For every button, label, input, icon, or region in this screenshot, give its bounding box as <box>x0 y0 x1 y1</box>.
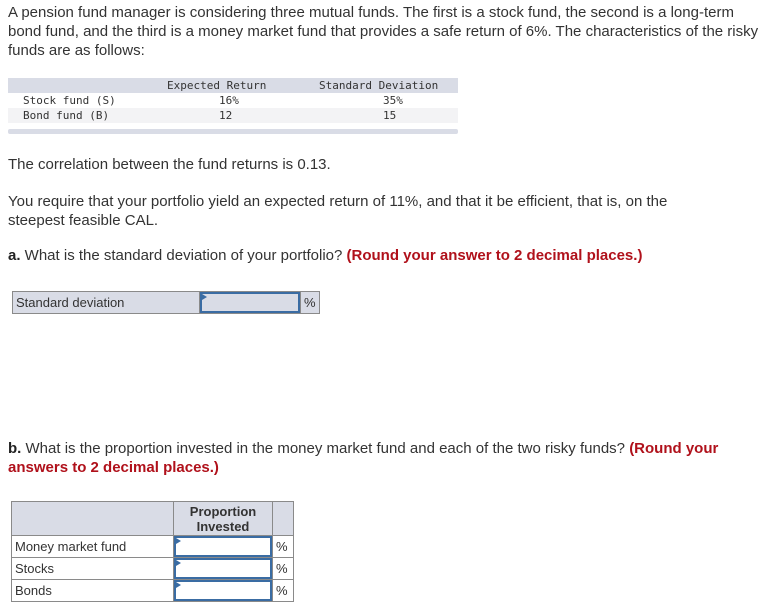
question-b: b. What is the proportion invested in th… <box>8 439 758 477</box>
correlation-text: The correlation between the fund returns… <box>8 156 331 173</box>
unit-label: % <box>272 535 294 558</box>
fund-sd: 15 <box>383 109 397 122</box>
std-dev-answer-table: Standard deviation % <box>12 291 320 314</box>
table-row: Stocks % <box>11 557 294 580</box>
header-standard-deviation: Standard Deviation <box>319 79 439 92</box>
row-label: Bonds <box>11 579 174 602</box>
fund-row: Stock fund (S) 16% 35% <box>8 93 458 108</box>
fund-name: Bond fund (B) <box>23 109 110 122</box>
question-a-text: What is the standard deviation of your p… <box>20 247 347 264</box>
proportion-answer-table: Proportion Invested Money market fund % … <box>11 501 294 602</box>
fund-row: Bond fund (B) 12 15 <box>8 108 458 123</box>
question-a-label: a. <box>8 247 21 264</box>
flag-icon <box>176 560 181 566</box>
table-divider <box>8 129 458 134</box>
question-b-label: b. <box>8 440 22 457</box>
fund-return: 12 <box>219 109 233 122</box>
fund-sd: 35% <box>383 94 403 107</box>
table-row: Bonds % <box>11 579 294 602</box>
row-label: Money market fund <box>11 535 174 558</box>
question-a-hint: (Round your answer to 2 decimal places.) <box>346 247 643 264</box>
requirement-text: You require that your portfolio yield an… <box>8 193 668 229</box>
unit-label: % <box>272 557 294 580</box>
question-b-text: What is the proportion invested in the m… <box>21 440 630 457</box>
bonds-input[interactable] <box>174 580 272 601</box>
question-a: a. What is the standard deviation of you… <box>8 246 642 265</box>
fund-name: Stock fund (S) <box>23 94 116 107</box>
table-row: Money market fund % <box>11 535 294 558</box>
std-dev-input[interactable] <box>200 292 300 313</box>
fund-return: 16% <box>219 94 239 107</box>
unit-label: % <box>300 291 320 314</box>
problem-intro: A pension fund manager is considering th… <box>8 4 759 59</box>
fund-characteristics-table: Expected Return Standard Deviation Stock… <box>8 78 458 134</box>
stocks-input[interactable] <box>174 558 272 579</box>
fund-table-header: Expected Return Standard Deviation <box>8 78 458 93</box>
unit-label: % <box>272 579 294 602</box>
row-label: Stocks <box>11 557 174 580</box>
header-expected-return: Expected Return <box>167 79 267 92</box>
flag-icon <box>176 582 181 588</box>
flag-icon <box>202 294 207 300</box>
flag-icon <box>176 538 181 544</box>
money-market-input[interactable] <box>174 536 272 557</box>
std-dev-label: Standard deviation <box>12 291 200 314</box>
proportion-header: Proportion Invested <box>173 501 273 536</box>
